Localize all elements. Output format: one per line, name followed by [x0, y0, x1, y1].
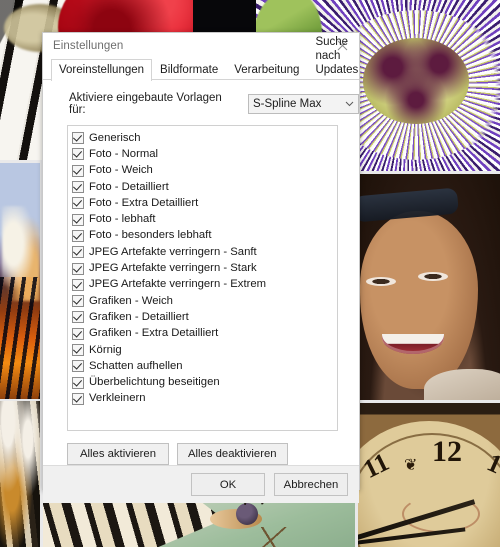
clock-ornament-icon: ❦: [404, 457, 418, 474]
preset-checkbox[interactable]: [72, 278, 84, 291]
photo-portrait-eye-left: [366, 277, 396, 287]
preset-checkbox[interactable]: [72, 229, 84, 242]
dialog-title: Einstellungen: [53, 39, 124, 52]
preset-item-label: JPEG Artefakte verringern - Stark: [89, 262, 257, 275]
preset-list-item[interactable]: Grafiken - Extra Detailliert: [72, 326, 337, 342]
dialog-footer: OK Abbrechen: [43, 465, 359, 503]
tab-voreinstellungen[interactable]: Voreinstellungen: [51, 59, 153, 81]
photo-antique-clock: 11 12 1 ❦: [358, 403, 500, 547]
preset-checkbox[interactable]: [72, 197, 84, 210]
preset-item-label: Foto - Extra Detailliert: [89, 196, 199, 209]
collage-seam: [0, 160, 40, 163]
preset-item-label: JPEG Artefakte verringern - Extrem: [89, 278, 267, 291]
preset-list-item[interactable]: Verkleinern: [72, 391, 337, 407]
settings-dialog: Einstellungen Voreinstellungen Bildforma…: [42, 32, 360, 503]
disable-all-button[interactable]: Alles deaktivieren: [177, 443, 288, 465]
preset-checkbox[interactable]: [72, 360, 84, 373]
preset-item-label: Foto - Detailliert: [89, 180, 169, 193]
preset-item-label: Foto - besonders lebhaft: [89, 229, 212, 242]
preset-checkbox[interactable]: [72, 262, 84, 275]
tab-strip: Voreinstellungen Bildformate Verarbeitun…: [43, 36, 359, 81]
preset-dropdown-value: S-Spline Max: [252, 98, 322, 110]
preset-checkbox[interactable]: [72, 392, 84, 405]
photo-butterfly-head: [236, 503, 258, 525]
bulk-action-row: Alles aktivieren Alles deaktivieren: [43, 431, 359, 465]
collage-seam: [0, 399, 40, 401]
preset-checkbox[interactable]: [72, 246, 84, 259]
photo-portrait-woman: [358, 174, 500, 403]
preset-item-label: Schatten aufhellen: [89, 359, 183, 372]
preset-checkbox[interactable]: [72, 311, 84, 324]
preset-item-label: Grafiken - Extra Detailliert: [89, 327, 219, 340]
preset-item-label: Überbelichtung beseitigen: [89, 376, 220, 389]
photo-grill-fire: [0, 163, 40, 401]
enable-all-button[interactable]: Alles aktivieren: [67, 443, 169, 465]
photo-flower-center: [363, 38, 470, 125]
collage-seam: [358, 400, 500, 403]
preset-list-item[interactable]: Grafiken - Detailliert: [72, 309, 337, 325]
tab-verarbeitung[interactable]: Verarbeitung: [226, 59, 307, 80]
preset-item-label: Generisch: [89, 131, 141, 144]
tab-panel-voreinstellungen: Aktiviere eingebaute Vorlagen für: S-Spl…: [43, 80, 359, 465]
preset-dropdown[interactable]: S-Spline Max: [247, 94, 359, 114]
preset-list-item[interactable]: Körnig: [72, 342, 337, 358]
presets-list[interactable]: Generisch Foto - Normal Foto - Weich Foto -…: [67, 125, 338, 431]
preset-label: Aktiviere eingebaute Vorlagen für:: [69, 92, 222, 116]
preset-checkbox[interactable]: [72, 344, 84, 356]
preset-list-item[interactable]: Foto - Normal: [72, 146, 337, 162]
preset-item-label: JPEG Artefakte verringern - Sanft: [89, 245, 257, 258]
photo-portrait-face: [360, 210, 478, 390]
photo-portrait-scarf: [424, 369, 500, 403]
preset-list-item[interactable]: Foto - besonders lebhaft: [72, 228, 337, 244]
preset-list-item[interactable]: Überbelichtung beseitigen: [72, 374, 337, 390]
preset-checkbox[interactable]: [72, 181, 84, 194]
preset-list-item[interactable]: Foto - Detailliert: [72, 179, 337, 195]
preset-template-row: Aktiviere eingebaute Vorlagen für: S-Spl…: [43, 80, 359, 125]
preset-item-label: Verkleinern: [89, 392, 146, 405]
preset-item-label: Foto - Weich: [89, 164, 153, 177]
preset-item-label: Körnig: [89, 343, 122, 356]
preset-checkbox[interactable]: [72, 327, 84, 340]
preset-checkbox[interactable]: [72, 148, 84, 161]
preset-item-label: Grafiken - Detailliert: [89, 310, 189, 323]
preset-list-item[interactable]: JPEG Artefakte verringern - Stark: [72, 260, 337, 276]
preset-list-item[interactable]: Grafiken - Weich: [72, 293, 337, 309]
preset-checkbox[interactable]: [72, 376, 84, 389]
photo-butterfly-wing: [0, 401, 40, 547]
cancel-button[interactable]: Abbrechen: [274, 473, 348, 496]
preset-list-item[interactable]: Foto - lebhaft: [72, 211, 337, 227]
tab-suche-nach-updates[interactable]: Suche nach Updates: [307, 31, 366, 80]
preset-checkbox[interactable]: [72, 164, 84, 177]
preset-checkbox[interactable]: [72, 213, 84, 226]
photo-butterfly-legs: [236, 527, 306, 547]
preset-list-item[interactable]: Foto - Extra Detailliert: [72, 195, 337, 211]
photo-grill-grate: [0, 277, 40, 401]
tab-bildformate[interactable]: Bildformate: [152, 59, 226, 80]
preset-checkbox[interactable]: [72, 132, 84, 145]
ok-button[interactable]: OK: [191, 473, 265, 496]
preset-checkbox[interactable]: [72, 295, 84, 308]
preset-list-item[interactable]: JPEG Artefakte verringern - Sanft: [72, 244, 337, 260]
chevron-down-icon: [345, 99, 354, 109]
preset-list-item[interactable]: Generisch: [72, 130, 337, 146]
preset-item-label: Foto - lebhaft: [89, 213, 156, 226]
preset-list-item[interactable]: Foto - Weich: [72, 163, 337, 179]
preset-item-label: Foto - Normal: [89, 147, 159, 160]
clock-numeral-twelve: 12: [432, 435, 462, 468]
preset-list-item[interactable]: Schatten aufhellen: [72, 358, 337, 374]
preset-list-item[interactable]: JPEG Artefakte verringern - Extrem: [72, 277, 337, 293]
preset-item-label: Grafiken - Weich: [89, 294, 173, 307]
